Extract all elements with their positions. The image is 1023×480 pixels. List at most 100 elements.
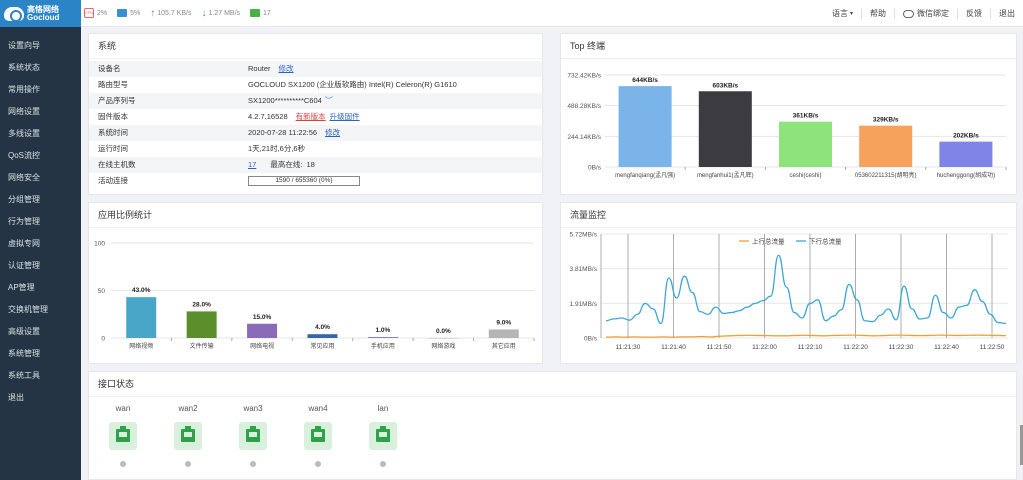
uptime-key: 运行时间 — [98, 144, 128, 153]
sidebar-item[interactable]: 分组管理 — [0, 189, 81, 211]
wechat-bind-link[interactable]: 微信绑定 — [894, 8, 957, 19]
cloud-logo-icon — [4, 5, 24, 23]
data-label: 28.0% — [192, 301, 211, 308]
row-online-hosts: 在线主机数 17 最高在线: 18 — [89, 157, 542, 173]
row-system-time: 系统时间 2020-07-28 11:22:56 修改 — [89, 125, 542, 141]
system-card-title: 系统 — [89, 34, 542, 59]
bar — [939, 141, 993, 167]
sidebar-item[interactable]: 系统管理 — [0, 343, 81, 365]
bar — [779, 121, 832, 167]
sidebar-item[interactable]: 系统工具 — [0, 365, 81, 387]
sidebar-item[interactable]: 多线设置 — [0, 123, 81, 145]
devices-value: 17 — [263, 9, 271, 17]
sidebar-item[interactable]: 常用操作 — [0, 79, 81, 101]
app-stats-chart: 100 50 0 43.0% 网络视频 28.0% 文件传输 15.0% 网络电视 4.0% 常见应… — [94, 241, 535, 350]
system-time-key: 系统时间 — [98, 128, 128, 137]
x-tick-label: huchenggong(胡成功) — [937, 171, 995, 179]
sidebar: 高恪网络 Gocloud 设置向导 系统状态 常用操作 网络设置 多线设置 QoS流控 网络… — [0, 0, 81, 480]
download-arrow-icon: ↓ — [201, 7, 207, 19]
app-stats-card: 应用比例统计 100 50 0 43.0% 网络视频 28.0% 文件传输 15.0% 网络电视… — [88, 202, 543, 364]
data-label: 1.0% — [376, 327, 391, 334]
data-label: 9.0% — [496, 319, 511, 326]
bar — [859, 125, 913, 167]
row-model: 路由型号 GOCLOUD SX1200 (企业版软路由) Intel(R) Ce… — [89, 77, 542, 93]
feedback-link[interactable]: 反馈 — [957, 8, 990, 19]
wechat-label: 微信绑定 — [917, 8, 949, 18]
port-status-dot — [120, 461, 126, 467]
download-rate: ↓ 1.27 MB/s — [202, 8, 241, 19]
row-device-name: 设备名 Router 修改 — [89, 61, 542, 77]
sidebar-item[interactable]: AP管理 — [0, 277, 81, 299]
port-name: wan — [115, 404, 131, 413]
brand-logo[interactable]: 高恪网络 Gocloud — [0, 0, 81, 27]
bar — [307, 334, 338, 338]
legend-label: 上行总流量 — [752, 237, 785, 246]
system-time-value: 2020-07-28 11:22:56 — [248, 128, 318, 137]
y-tick-label: 3.81MB/s — [570, 266, 598, 273]
data-label: 644KB/s — [632, 77, 658, 84]
new-version-link[interactable]: 有新版本 — [296, 109, 326, 125]
x-tick-label: 11:22:50 — [980, 344, 1005, 351]
data-label: 603KB/s — [712, 82, 738, 89]
data-label: 15.0% — [253, 314, 272, 321]
max-online-value: 18 — [306, 160, 315, 169]
upgrade-firmware-link[interactable]: 升级固件 — [330, 109, 360, 125]
y-tick-label: 50 — [98, 288, 106, 295]
language-menu[interactable]: 语言 ▾ — [824, 9, 861, 19]
bar — [698, 91, 752, 167]
cpu-icon: CPU — [84, 8, 94, 18]
data-label: 329KB/s — [873, 117, 899, 124]
x-tick-label: mengfanhui1(孟凡辉) — [697, 171, 754, 179]
traffic-title: 流量监控 — [561, 203, 1016, 228]
memory-icon — [117, 9, 128, 17]
port-item[interactable]: wan — [103, 404, 143, 467]
sidebar-item[interactable]: 行为管理 — [0, 211, 81, 233]
bar — [367, 337, 398, 338]
firmware-key: 固件版本 — [98, 112, 128, 121]
port-item[interactable]: wan3 — [233, 404, 273, 467]
top-terminals-chart: 732.42KB/s 488.28KB/s 244.14KB/s 0B/s 644KB/… — [567, 73, 1007, 179]
data-label: 361KB/s — [793, 113, 819, 120]
port-status-dot — [185, 461, 191, 467]
sidebar-item[interactable]: 网络安全 — [0, 167, 81, 189]
top-terminals-title: Top 终端 — [561, 34, 1016, 59]
series-line — [605, 254, 1007, 325]
row-serial: 产品序列号 SX1200**********C604 ︶ — [89, 93, 542, 109]
x-tick-label: 11:21:40 — [661, 344, 686, 351]
bar — [428, 338, 459, 339]
data-label: 43.0% — [132, 287, 151, 294]
edit-time-link[interactable]: 修改 — [325, 125, 340, 141]
online-devices: 17 — [250, 9, 271, 17]
port-status-dot — [380, 461, 386, 467]
help-link[interactable]: 帮助 — [861, 8, 894, 19]
port-item[interactable]: wan4 — [298, 404, 338, 467]
sidebar-item[interactable]: 交换机管理 — [0, 299, 81, 321]
firmware-value: 4.2.7.16528 — [248, 112, 288, 121]
sidebar-item[interactable]: 认证管理 — [0, 255, 81, 277]
traffic-card: 流量监控 5.72MB/s 3.81MB/s 1.91MB/s 0B/s 11:21:3… — [560, 202, 1017, 364]
port-item[interactable]: wan2 — [168, 404, 208, 467]
sidebar-item[interactable]: 高级设置 — [0, 321, 81, 343]
port-item[interactable]: lan — [363, 404, 403, 467]
x-tick-label: 网络游戏 — [431, 342, 455, 350]
online-hosts-value[interactable]: 17 — [248, 157, 256, 173]
sidebar-item[interactable]: 系统状态 — [0, 57, 81, 79]
eye-icon[interactable]: ︶ — [325, 93, 333, 109]
y-tick-label: 732.42KB/s — [567, 73, 601, 80]
x-tick-label: 常见应用 — [310, 342, 334, 350]
edit-device-name-link[interactable]: 修改 — [279, 61, 294, 77]
top-right-menu: 语言 ▾ 帮助 微信绑定 反馈 退出 — [824, 0, 1023, 27]
sidebar-item[interactable]: 虚拟专网 — [0, 233, 81, 255]
x-tick-label: 手机应用 — [371, 342, 395, 350]
port-name: wan3 — [243, 404, 263, 413]
x-tick-label: 11:22:20 — [843, 344, 868, 351]
upload-rate: ↑ 105.7 KB/s — [150, 8, 191, 19]
monitor-icon — [250, 9, 261, 17]
sidebar-item[interactable]: 设置向导 — [0, 35, 81, 57]
logout-link[interactable]: 退出 — [990, 8, 1023, 19]
sidebar-item[interactable]: 网络设置 — [0, 101, 81, 123]
sidebar-item[interactable]: QoS流控 — [0, 145, 81, 167]
upload-value: 105.7 KB/s — [157, 9, 192, 17]
y-tick-label: 5.72MB/s — [570, 232, 598, 239]
sidebar-item[interactable]: 退出 — [0, 387, 81, 409]
